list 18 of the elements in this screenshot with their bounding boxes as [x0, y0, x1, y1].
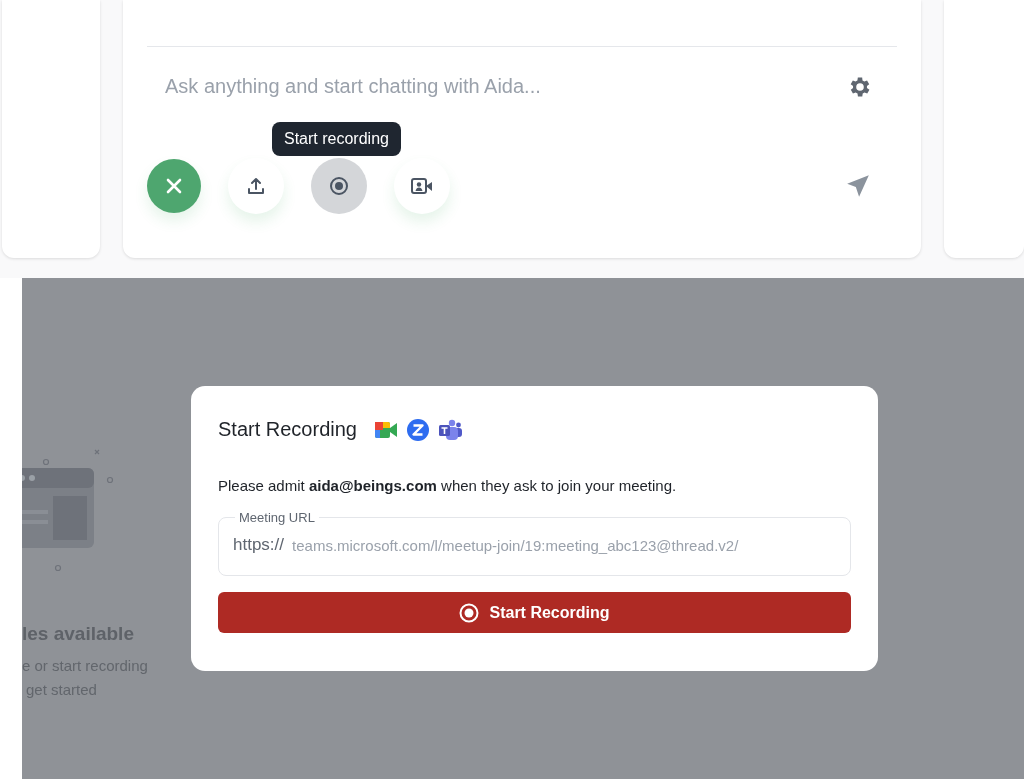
tooltip: Start recording	[272, 122, 401, 156]
record-icon	[459, 602, 480, 623]
meeting-url-field[interactable]: Meeting URL https:// teams.microsoft.com/l/meetup-join/19:meeting_abc123@thread.v2/	[218, 510, 851, 576]
video-camera-logo-icon	[373, 419, 398, 440]
record-button[interactable]	[311, 158, 367, 214]
upload-icon	[246, 176, 266, 196]
close-icon	[165, 177, 183, 195]
modal-title: Start Recording	[218, 418, 357, 441]
record-icon	[329, 176, 349, 196]
send-icon[interactable]	[845, 173, 871, 199]
instruction-text: Please admit aida@beings.com when they ask to join your meeting.	[218, 477, 678, 494]
letter-z-logo-icon	[406, 418, 429, 441]
field-label: Meeting URL	[238, 510, 316, 525]
video-person-icon	[411, 177, 433, 195]
people-logo-icon	[437, 418, 462, 441]
close-button[interactable]	[147, 159, 201, 213]
start-recording-button[interactable]: Start Recording	[218, 592, 851, 633]
url-prefix: https://	[233, 535, 285, 555]
